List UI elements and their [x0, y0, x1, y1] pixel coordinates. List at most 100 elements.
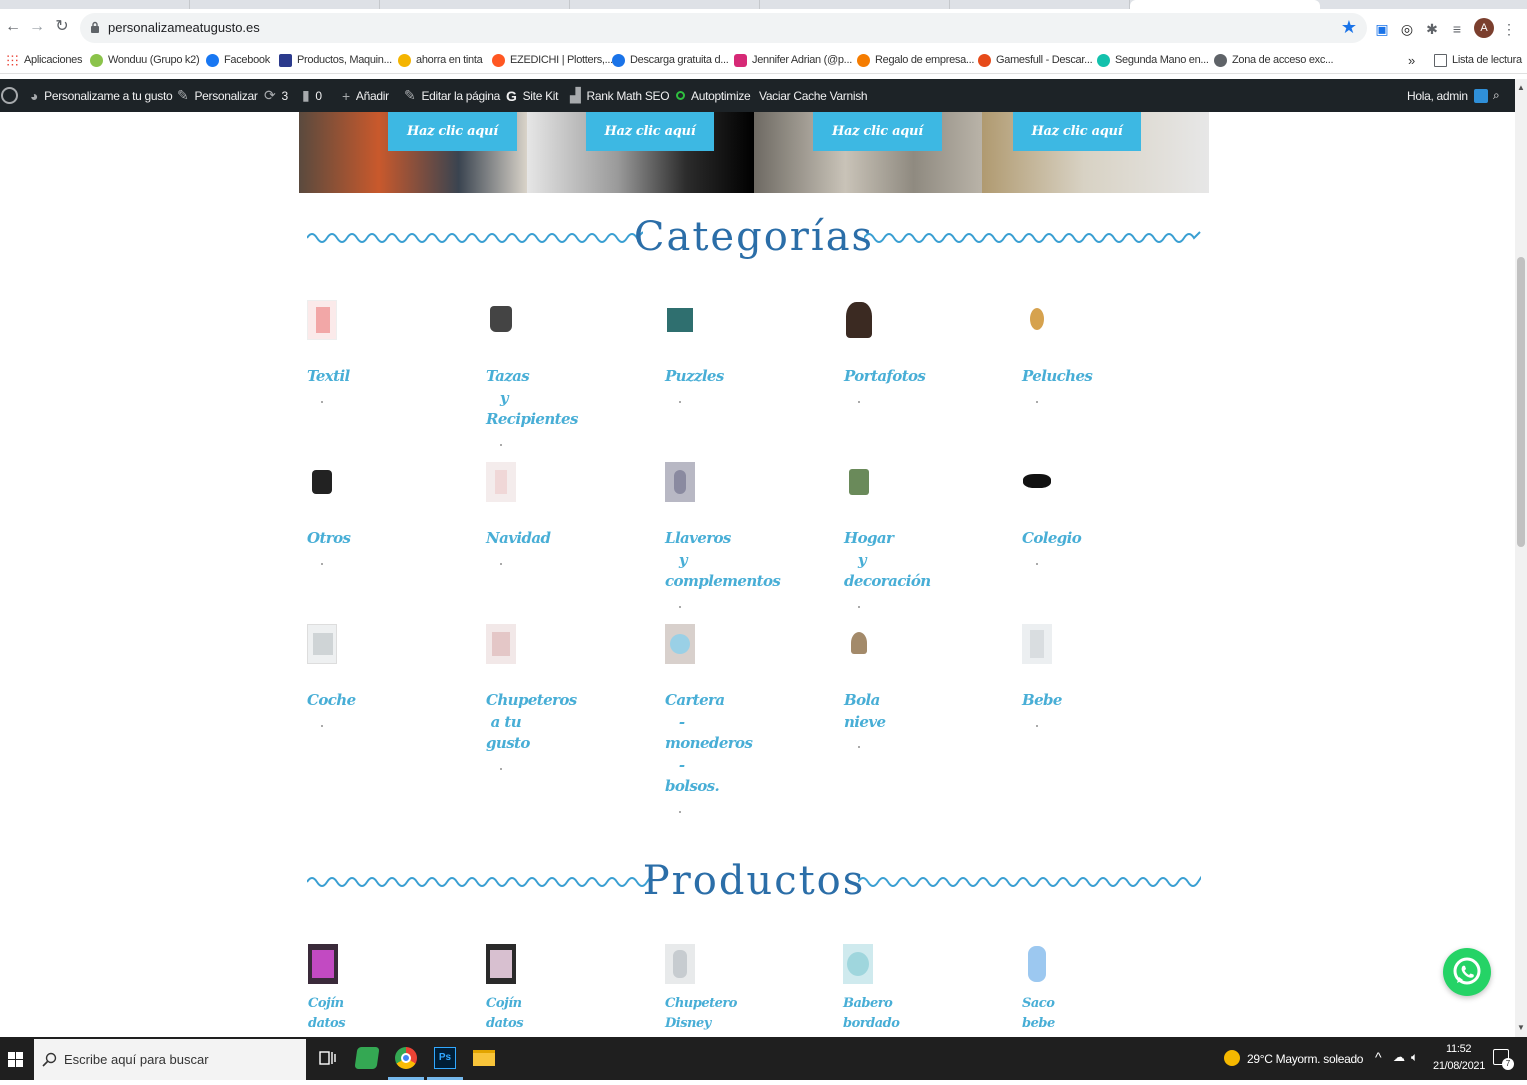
- task-view-icon[interactable]: [313, 1044, 341, 1072]
- banner-cta-button[interactable]: Haz clic aquí: [585, 112, 715, 151]
- product-name[interactable]: Cojín datos nacimiento: [308, 994, 385, 1037]
- category-thumbnail[interactable]: [844, 462, 874, 502]
- category-name[interactable]: Bola nieve: [844, 690, 886, 733]
- product-name[interactable]: Cojín datos nacimiento: [486, 994, 563, 1037]
- taskbar-search-box[interactable]: Escribe aquí para buscar: [34, 1039, 306, 1080]
- browser-tab[interactable]: [570, 0, 760, 9]
- category-thumbnail[interactable]: [1022, 300, 1052, 340]
- app-icon-green[interactable]: [353, 1044, 381, 1072]
- category-thumbnail[interactable]: [486, 462, 516, 502]
- weather-sun-icon[interactable]: [1224, 1050, 1240, 1066]
- category-name[interactable]: Peluches: [1022, 366, 1093, 388]
- notifications-icon[interactable]: 7: [1493, 1049, 1514, 1070]
- admin-comments[interactable]: ▮ 0: [302, 79, 322, 112]
- volume-icon[interactable]: 🔈︎: [1411, 1050, 1418, 1065]
- address-bar[interactable]: personalizameatugusto.es ★: [80, 13, 1367, 43]
- category-name[interactable]: Chupeteros a tu gusto: [486, 690, 577, 755]
- bookmark-item[interactable]: ahorra en tinta: [398, 52, 483, 68]
- weather-text[interactable]: 29°C Mayorm. soleado: [1247, 1052, 1363, 1066]
- category-thumbnail[interactable]: [486, 300, 516, 340]
- category-name[interactable]: Puzzles: [665, 366, 724, 388]
- menu-kebab-icon[interactable]: ⋮: [1501, 21, 1517, 37]
- category-name[interactable]: Colegio: [1022, 528, 1082, 550]
- product-name[interactable]: Chupetero Disney -: [665, 994, 737, 1037]
- bookmark-item[interactable]: Segunda Mano en...: [1097, 52, 1209, 68]
- profile-avatar[interactable]: A: [1474, 18, 1494, 38]
- photoshop-icon[interactable]: Ps: [431, 1044, 459, 1072]
- reload-icon[interactable]: ↻: [53, 18, 71, 36]
- bookmarks-overflow-button[interactable]: »: [1408, 52, 1415, 68]
- product-thumbnail[interactable]: [486, 944, 516, 984]
- category-name[interactable]: Hogar y decoración: [844, 528, 931, 593]
- bookmark-item[interactable]: Descarga gratuita d...: [612, 52, 729, 68]
- browser-tab[interactable]: [190, 0, 380, 9]
- admin-clear-cache[interactable]: Vaciar Cache Varnish: [759, 79, 868, 112]
- back-icon[interactable]: ←: [4, 18, 22, 36]
- admin-edit-page[interactable]: ✎ Editar la página: [404, 79, 500, 112]
- browser-tab[interactable]: [0, 0, 190, 9]
- file-explorer-icon[interactable]: [470, 1044, 498, 1072]
- category-thumbnail[interactable]: [665, 624, 695, 664]
- category-thumbnail[interactable]: [307, 300, 337, 340]
- page-scrollbar[interactable]: ▲ ▼: [1515, 79, 1527, 1037]
- bookmark-item[interactable]: Regalo de empresa...: [857, 52, 974, 68]
- bookmark-star-icon[interactable]: ★: [1341, 17, 1357, 38]
- extension-icon[interactable]: ◎: [1399, 21, 1415, 37]
- category-name[interactable]: Cartera - monederos - bolsos.: [665, 690, 753, 798]
- admin-rank-math[interactable]: ▟ Rank Math SEO: [570, 79, 670, 112]
- product-name[interactable]: Babero bordado bebe: [843, 994, 900, 1037]
- puzzle-icon[interactable]: ✱: [1424, 21, 1440, 37]
- product-name[interactable]: Saco bebe muelo: [1022, 994, 1065, 1037]
- browser-tab[interactable]: [760, 0, 950, 9]
- bookmark-item[interactable]: Facebook: [206, 52, 270, 68]
- forward-icon[interactable]: →: [28, 18, 46, 36]
- bookmark-item[interactable]: Gamesfull - Descar...: [978, 52, 1093, 68]
- onedrive-cloud-icon[interactable]: ☁: [1393, 1050, 1405, 1064]
- admin-account[interactable]: Hola, admin: [1407, 79, 1488, 112]
- category-thumbnail[interactable]: [307, 462, 337, 502]
- category-name[interactable]: Tazas y Recipientes: [486, 366, 578, 431]
- whatsapp-chat-button[interactable]: [1443, 948, 1491, 996]
- category-thumbnail[interactable]: [486, 624, 516, 664]
- bookmark-item[interactable]: EZEDICHI | Plotters,...: [492, 52, 613, 68]
- product-thumbnail[interactable]: [308, 944, 338, 984]
- windows-start-button[interactable]: [0, 1037, 32, 1080]
- reading-list-button[interactable]: Lista de lectura: [1434, 52, 1522, 68]
- browser-tab[interactable]: [380, 0, 570, 9]
- bookmark-item[interactable]: Wonduu (Grupo k2): [90, 52, 200, 68]
- tray-chevron-up-icon[interactable]: ^: [1375, 1049, 1382, 1065]
- category-name[interactable]: Coche: [307, 690, 356, 712]
- scroll-down-icon[interactable]: ▼: [1515, 1023, 1527, 1033]
- bookmark-item[interactable]: Jennifer Adrian (@p...: [734, 52, 852, 68]
- category-thumbnail[interactable]: [1022, 624, 1052, 664]
- admin-autoptimize[interactable]: Autoptimize: [676, 79, 751, 112]
- category-thumbnail[interactable]: [844, 300, 874, 340]
- admin-updates[interactable]: ⟳ 3: [264, 79, 288, 112]
- category-thumbnail[interactable]: [844, 624, 874, 664]
- category-thumbnail[interactable]: [665, 462, 695, 502]
- extension-icon[interactable]: ▣: [1374, 21, 1390, 37]
- banner-cta-button[interactable]: Haz clic aquí: [813, 112, 942, 151]
- chrome-icon[interactable]: [392, 1044, 420, 1072]
- category-name[interactable]: Navidad: [486, 528, 551, 550]
- scroll-up-icon[interactable]: ▲: [1515, 83, 1527, 93]
- category-thumbnail[interactable]: [307, 624, 337, 664]
- product-thumbnail[interactable]: [1022, 944, 1052, 984]
- product-thumbnail[interactable]: [665, 944, 695, 984]
- category-thumbnail[interactable]: [665, 300, 695, 340]
- admin-search-icon[interactable]: ⌕: [1493, 79, 1500, 112]
- category-name[interactable]: Textil: [307, 366, 350, 388]
- browser-tab[interactable]: [950, 0, 1130, 9]
- category-name[interactable]: Bebe: [1022, 690, 1062, 712]
- clock-date[interactable]: 21/08/2021: [1433, 1060, 1485, 1072]
- bookmark-item[interactable]: Zona de acceso exc...: [1214, 52, 1334, 68]
- category-name[interactable]: Otros: [307, 528, 351, 550]
- banner-cta-button[interactable]: Haz clic aquí: [1012, 112, 1142, 151]
- category-name[interactable]: Portafotos: [844, 366, 926, 388]
- banner-cta-button[interactable]: Haz clic aquí: [388, 112, 517, 151]
- admin-site-kit[interactable]: G Site Kit: [506, 79, 559, 112]
- admin-customize[interactable]: ✎ Personalizar: [177, 79, 258, 112]
- product-thumbnail[interactable]: [843, 944, 873, 984]
- category-name[interactable]: Llaveros y complementos: [665, 528, 781, 593]
- admin-add-new[interactable]: + Añadir: [342, 79, 389, 112]
